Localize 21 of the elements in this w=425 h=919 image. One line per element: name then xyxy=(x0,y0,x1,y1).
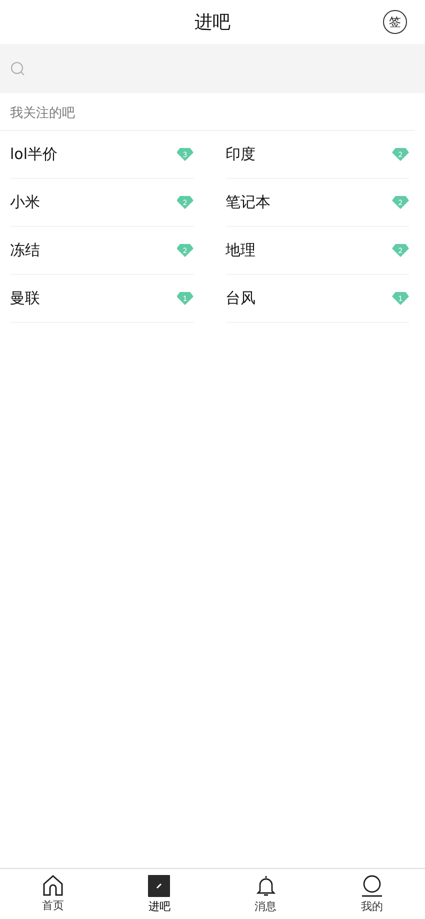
tab-bar-item[interactable]: 消息 xyxy=(212,869,319,919)
search-icon xyxy=(10,61,25,76)
tab-bar-item[interactable]: 我的 xyxy=(318,869,425,919)
forum-name[interactable]: 地理 xyxy=(226,241,256,260)
section-title: 我关注的吧 xyxy=(0,93,415,131)
sign-in-button[interactable]: 签 xyxy=(383,10,407,34)
forum-name[interactable]: lol半价 xyxy=(10,145,58,164)
pen-icon xyxy=(148,874,170,896)
home-icon xyxy=(42,875,64,896)
forum-name[interactable]: 印度 xyxy=(226,145,256,164)
forum-name[interactable]: 冻结 xyxy=(10,241,40,260)
tab-bar-item[interactable]: 进吧 xyxy=(106,869,212,919)
profile-icon xyxy=(360,874,383,896)
forum-name[interactable]: 台风 xyxy=(226,289,256,308)
search-field[interactable] xyxy=(0,44,425,93)
tab-bar-item[interactable]: 首页 xyxy=(0,869,106,919)
bell-icon xyxy=(256,874,276,896)
forum-name[interactable]: 笔记本 xyxy=(226,193,270,212)
forum-name[interactable]: 曼联 xyxy=(10,289,40,308)
forum-name[interactable]: 小米 xyxy=(10,193,40,212)
page-title: 进吧 xyxy=(194,11,230,34)
